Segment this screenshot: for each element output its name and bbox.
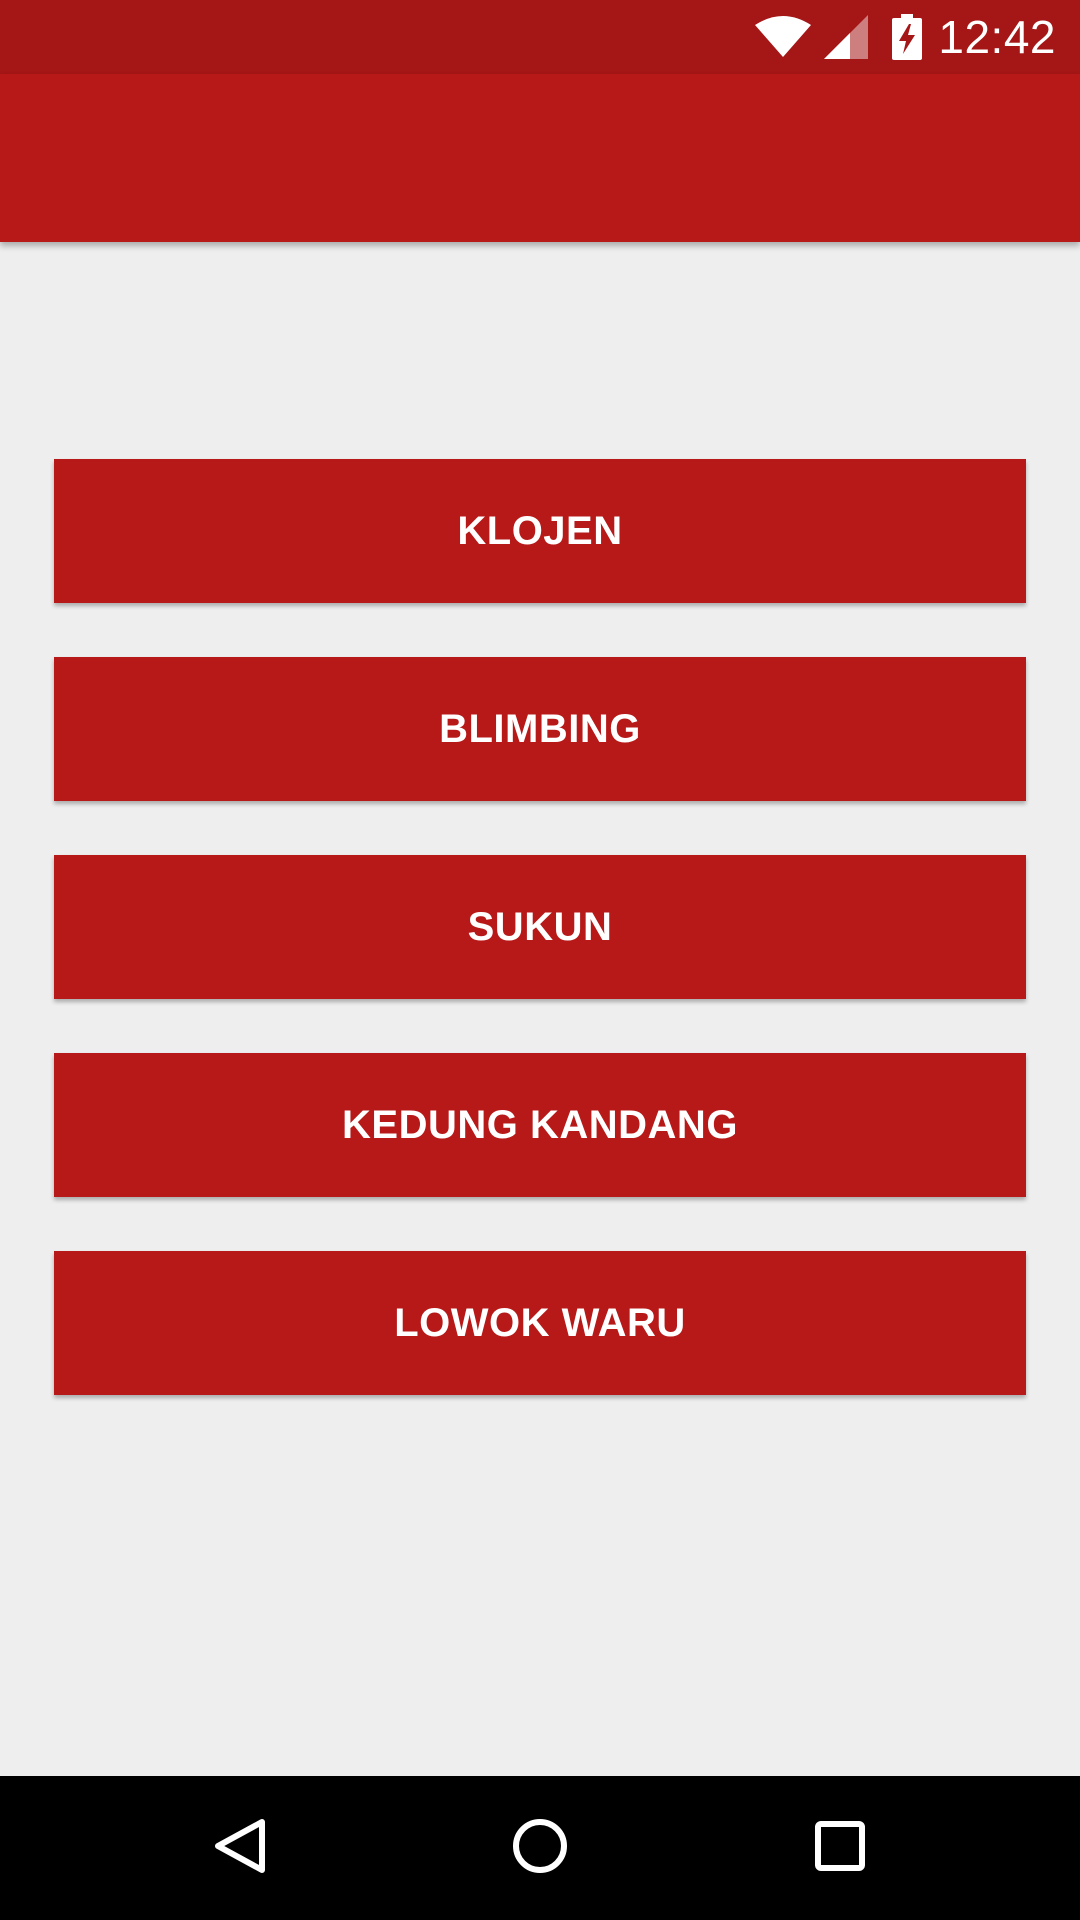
- wifi-icon: [754, 15, 812, 59]
- recents-button[interactable]: [760, 1776, 920, 1920]
- district-button-sukun[interactable]: SUKUN: [54, 855, 1026, 999]
- district-button-lowok-waru[interactable]: LOWOK WARU: [54, 1251, 1026, 1395]
- signal-icon: [824, 15, 869, 59]
- district-button-blimbing[interactable]: BLIMBING: [54, 657, 1026, 801]
- status-icons: 12:42: [754, 0, 1080, 74]
- navigation-bar: [0, 1776, 1080, 1920]
- district-menu: KLOJEN BLIMBING SUKUN KEDUNG KANDANG LOW…: [0, 242, 1080, 1776]
- district-button-klojen[interactable]: KLOJEN: [54, 459, 1026, 603]
- status-time: 12:42: [938, 11, 1056, 63]
- status-bar: 12:42: [0, 0, 1080, 74]
- app-bar: [0, 74, 1080, 242]
- recents-icon: [814, 1820, 866, 1877]
- battery-charging-icon: [892, 14, 923, 60]
- back-button[interactable]: [160, 1776, 320, 1920]
- home-button[interactable]: [460, 1776, 620, 1920]
- back-icon: [212, 1816, 268, 1881]
- district-button-kedung-kandang[interactable]: KEDUNG KANDANG: [54, 1053, 1026, 1197]
- home-icon: [512, 1818, 568, 1879]
